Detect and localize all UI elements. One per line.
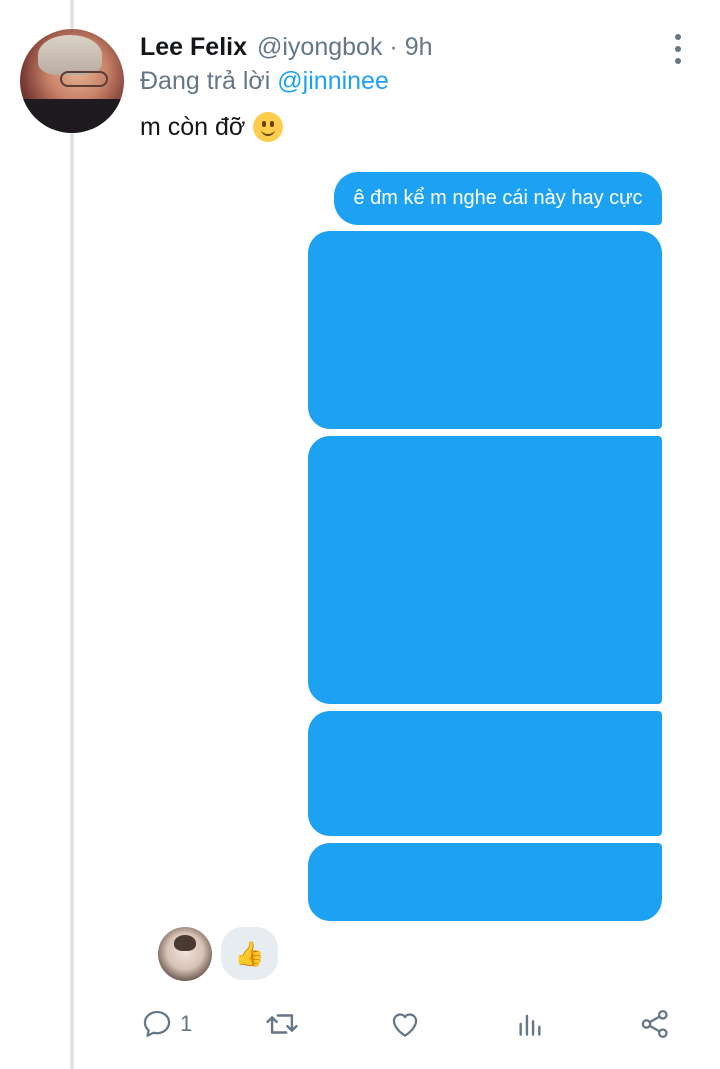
like-button[interactable] — [388, 1004, 422, 1044]
tweet-body: m còn đỡ — [140, 113, 246, 141]
reply-prefix: Đang trả lời — [140, 67, 271, 95]
smile-emoji-icon — [253, 112, 284, 142]
reply-count: 1 — [180, 1011, 193, 1036]
display-name[interactable]: Lee Felix — [140, 33, 247, 61]
retweet-icon — [266, 1014, 298, 1034]
separator: · — [389, 33, 398, 61]
thread-line — [70, 0, 74, 1069]
redacted-message-bubble — [308, 231, 662, 429]
redacted-message-bubble — [308, 436, 662, 704]
analytics-button[interactable] — [514, 1004, 546, 1044]
heart-icon — [392, 1013, 418, 1037]
avatar[interactable] — [20, 29, 124, 133]
reaction-bubble: 👍 — [221, 927, 278, 980]
replying-to: Đang trả lời @jinninee — [140, 64, 389, 98]
avatar-shirt — [20, 99, 124, 133]
tweet-header: Lee Felix @iyongbok · 9h — [140, 30, 680, 64]
share-button[interactable] — [638, 1004, 672, 1044]
redacted-message-bubble — [308, 711, 662, 836]
avatar-hair — [38, 35, 102, 75]
more-options-icon[interactable] — [668, 34, 688, 64]
redacted-message-bubble — [308, 843, 662, 921]
reply-mention[interactable]: @jinninee — [277, 67, 389, 95]
avatar-glasses — [60, 71, 108, 87]
reply-button[interactable]: 1 — [140, 1004, 192, 1044]
thumbs-up-icon: 👍 — [234, 939, 265, 968]
analytics-icon — [519, 1014, 541, 1036]
tweet-text: m còn đỡ — [140, 108, 284, 146]
share-icon — [641, 1009, 668, 1039]
retweet-button[interactable] — [263, 1004, 301, 1044]
recipient-avatar — [158, 927, 212, 981]
user-handle[interactable]: @iyongbok — [257, 33, 382, 61]
dm-message-bubble: ê đm kể m nghe cái này hay cực — [334, 172, 662, 225]
timestamp[interactable]: 9h — [405, 33, 433, 61]
dm-message-text: ê đm kể m nghe cái này hay cực — [353, 187, 643, 209]
tweet-actions: 1 — [0, 1004, 720, 1044]
reply-icon — [143, 1010, 171, 1037]
